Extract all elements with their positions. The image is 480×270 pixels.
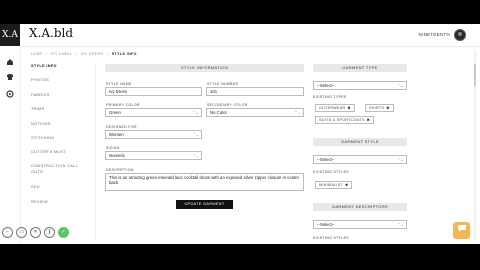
nav-divider bbox=[95, 64, 96, 239]
secondary-color-select[interactable]: No Color ⌃⌄ bbox=[206, 108, 304, 117]
style-name-label: STYLE NAME bbox=[106, 82, 132, 86]
description-label: DESCRIPTION bbox=[106, 168, 134, 172]
garment-style-header: GARMENT STYLE bbox=[313, 138, 407, 146]
designed-for-select[interactable]: Women ⌃⌄ bbox=[105, 130, 202, 139]
update-garment-button[interactable]: UPDATE GARMENT bbox=[176, 200, 233, 209]
tag-outerwear: OUTERWEAR ✖ bbox=[315, 104, 355, 112]
garment-descriptors-header: GARMENT DESCRIPTORS bbox=[313, 203, 407, 211]
brand-title[interactable]: X.A.bld bbox=[29, 26, 73, 40]
home-icon[interactable] bbox=[6, 58, 14, 66]
user-name[interactable]: NINETEENTH bbox=[419, 32, 450, 37]
select-arrow-icon: ⌃⌄ bbox=[192, 110, 199, 115]
tag-shirts: SHIRTS ✖ bbox=[365, 104, 394, 112]
chat-icon[interactable] bbox=[453, 222, 470, 239]
select-arrow-icon: ⌃⌄ bbox=[192, 153, 199, 158]
garment-type-value: --Select-- bbox=[317, 83, 335, 88]
nav-item-stitching[interactable]: STITCHING bbox=[31, 136, 55, 140]
nav-item-notions[interactable]: NOTIONS bbox=[31, 122, 51, 126]
sizing-value: Numeric bbox=[109, 153, 125, 158]
style-information-header: STYLE INFORMATION bbox=[105, 64, 304, 72]
select-arrow-icon: ⌃⌄ bbox=[397, 83, 404, 88]
shirt-icon[interactable] bbox=[6, 73, 14, 81]
existing-types-label: EXISTING TYPES bbox=[313, 95, 347, 99]
remove-tag-icon[interactable]: ✖ bbox=[345, 183, 348, 187]
breadcrumb: LOBS › IVY LABEL › IVY DRESS › STYLE INF… bbox=[31, 52, 139, 56]
remove-tag-icon[interactable]: ✖ bbox=[386, 106, 389, 110]
breadcrumb-separator: › bbox=[45, 52, 48, 56]
avatar[interactable] bbox=[454, 29, 466, 41]
sizing-label: SIZING bbox=[106, 146, 120, 150]
pause-button[interactable]: ∥ bbox=[44, 227, 55, 238]
designed-for-label: DESIGNED FOR bbox=[106, 125, 137, 129]
accept-button[interactable]: ✓ bbox=[58, 227, 69, 238]
tag-label: MINIMALIST bbox=[319, 183, 344, 187]
existing-styles-label: EXISTING STYLES bbox=[313, 170, 349, 174]
primary-color-label: PRIMARY COLOR bbox=[106, 103, 140, 107]
garment-style-select[interactable]: --Select-- ⌃⌄ bbox=[313, 155, 407, 164]
tag-label: SUITS & SPORTCOATS bbox=[319, 118, 365, 122]
secondary-color-label: SECONDARY COLOR bbox=[207, 103, 248, 107]
nav-item-style-info[interactable]: STYLE INFO bbox=[31, 64, 57, 68]
breadcrumb-separator: › bbox=[75, 52, 78, 56]
nav-item-trims[interactable]: TRIMS bbox=[31, 107, 45, 111]
style-number-label: STYLE NUMBER bbox=[207, 82, 239, 86]
sizing-select[interactable]: Numeric ⌃⌄ bbox=[105, 151, 202, 160]
nav-item-cutters-must[interactable]: CUTTER'S MUST bbox=[31, 150, 66, 154]
garment-style-value: --Select-- bbox=[317, 157, 335, 162]
tag-suits-sportcoats: SUITS & SPORTCOATS ✖ bbox=[315, 116, 375, 124]
nav-item-sku[interactable]: SKU bbox=[31, 185, 40, 189]
tag-minimalist: MINIMALIST ✖ bbox=[315, 181, 353, 189]
nav-item-review[interactable]: REVIEW bbox=[31, 200, 48, 204]
breadcrumb-current: STYLE INFO bbox=[111, 52, 137, 56]
select-arrow-icon: ⌃⌄ bbox=[397, 157, 404, 162]
breadcrumb-item[interactable]: LOBS bbox=[31, 52, 42, 56]
existing-descriptors-label: EXISTING STYLES bbox=[313, 236, 349, 240]
garment-descriptors-value: --Select-- bbox=[317, 222, 335, 227]
tag-label: OUTERWEAR bbox=[319, 106, 346, 110]
breadcrumb-separator: › bbox=[106, 52, 109, 56]
nav-item-photos[interactable]: PHOTOS bbox=[31, 78, 49, 82]
primary-color-select[interactable]: Green ⌃⌄ bbox=[105, 108, 202, 117]
designed-for-value: Women bbox=[109, 132, 124, 137]
logo-mark[interactable]: X.A bbox=[0, 24, 20, 46]
breadcrumb-item[interactable]: IVY DRESS bbox=[81, 52, 104, 56]
app-window: X.A X.A.bld ⌃ NINETEENTH LOBS › IVY LABE… bbox=[0, 24, 480, 244]
select-arrow-icon: ⌃⌄ bbox=[294, 110, 301, 115]
close-button[interactable]: ✕ bbox=[30, 227, 41, 238]
nav-item-fabrics[interactable]: FABRICS bbox=[31, 93, 50, 97]
style-number-input[interactable]: 101 bbox=[206, 87, 304, 96]
description-textarea[interactable]: This is an amazing green emerald lace co… bbox=[105, 173, 304, 191]
minimize-button[interactable]: − bbox=[2, 227, 13, 238]
scrollbar-thumb[interactable] bbox=[474, 64, 476, 86]
select-arrow-icon: ⌃⌄ bbox=[397, 222, 404, 227]
nav-item-construction-call-outs[interactable]: CONSTRUCTION CALL OUTS bbox=[31, 164, 81, 176]
style-name-input[interactable]: Ivy Dress bbox=[105, 87, 202, 96]
primary-color-value: Green bbox=[109, 110, 121, 115]
brand-caret-icon: ⌃ bbox=[70, 32, 75, 38]
top-bar: X.A X.A.bld ⌃ NINETEENTH bbox=[0, 24, 480, 47]
select-arrow-icon: ⌃⌄ bbox=[192, 132, 199, 137]
settings-icon[interactable] bbox=[6, 90, 14, 98]
window-button[interactable]: ▭ bbox=[16, 227, 27, 238]
remove-tag-icon[interactable]: ✖ bbox=[367, 118, 370, 122]
garment-type-header: GARMENT TYPE bbox=[313, 64, 407, 72]
remove-tag-icon[interactable]: ✖ bbox=[347, 106, 350, 110]
breadcrumb-item[interactable]: IVY LABEL bbox=[51, 52, 73, 56]
secondary-color-value: No Color bbox=[210, 110, 227, 115]
tag-label: SHIRTS bbox=[369, 106, 385, 110]
garment-type-select[interactable]: --Select-- ⌃⌄ bbox=[313, 81, 407, 90]
left-rail bbox=[0, 46, 21, 244]
garment-descriptors-select[interactable]: --Select-- ⌃⌄ bbox=[313, 220, 407, 229]
